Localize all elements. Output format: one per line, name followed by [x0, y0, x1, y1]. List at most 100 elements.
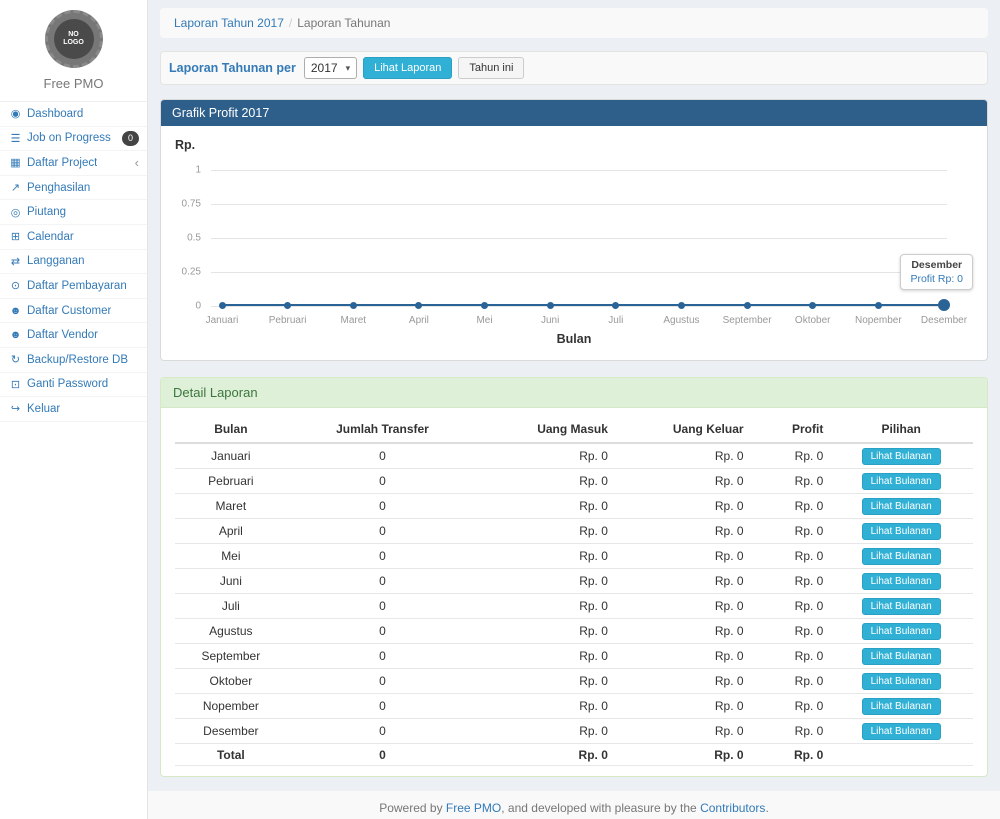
x-tick-label: Januari: [206, 315, 239, 326]
data-point-juli[interactable]: [612, 302, 619, 309]
cell: Rp. 0: [750, 619, 830, 644]
cell: Rp. 0: [478, 469, 614, 494]
y-tick-label: 0.75: [182, 199, 201, 210]
sidebar-item-label: Daftar Project: [27, 157, 97, 169]
sidebar-item-daftar-customer[interactable]: ☻Daftar Customer: [0, 299, 147, 324]
sidebar-item-penghasilan[interactable]: ↗Penghasilan: [0, 176, 147, 201]
data-point-september[interactable]: [744, 302, 751, 309]
lihat-bulanan-button[interactable]: Lihat Bulanan: [862, 498, 941, 515]
filter-panel: Laporan Tahunan per 2017 ▾ Lihat Laporan…: [160, 51, 988, 85]
lihat-bulanan-button[interactable]: Lihat Bulanan: [862, 698, 941, 715]
table-row: Oktober0Rp. 0Rp. 0Rp. 0Lihat Bulanan: [175, 669, 973, 694]
data-point-agustus[interactable]: [678, 302, 685, 309]
data-point-nopember[interactable]: [875, 302, 882, 309]
cell: Rp. 0: [478, 744, 614, 766]
sidebar-item-langganan[interactable]: ⇄Langganan: [0, 250, 147, 275]
data-point-januari[interactable]: [219, 302, 226, 309]
x-tick-label: Maret: [340, 315, 366, 326]
cell-action: Lihat Bulanan: [829, 469, 973, 494]
cell-action: Lihat Bulanan: [829, 443, 973, 469]
sidebar-item-label: Keluar: [27, 403, 60, 415]
cell: Rp. 0: [614, 594, 750, 619]
lihat-bulanan-button[interactable]: Lihat Bulanan: [862, 523, 941, 540]
column-header: Profit: [750, 416, 830, 443]
footer: Powered by Free PMO, and developed with …: [148, 791, 1000, 819]
lihat-bulanan-button[interactable]: Lihat Bulanan: [862, 723, 941, 740]
daftar-vendor-icon: ☻: [8, 329, 23, 341]
lihat-bulanan-button[interactable]: Lihat Bulanan: [862, 623, 941, 640]
lihat-bulanan-button[interactable]: Lihat Bulanan: [862, 673, 941, 690]
table-row: Pebruari0Rp. 0Rp. 0Rp. 0Lihat Bulanan: [175, 469, 973, 494]
tooltip-value: Profit Rp: 0: [910, 273, 963, 285]
sidebar-item-daftar-project[interactable]: ▦Daftar Project‹: [0, 151, 147, 176]
data-point-april[interactable]: [415, 302, 422, 309]
column-header: Bulan: [175, 416, 287, 443]
cell: 0: [287, 744, 479, 766]
cell: Rp. 0: [614, 443, 750, 469]
sidebar-item-job-on-progress[interactable]: ☰Job on Progress0: [0, 127, 147, 152]
year-select[interactable]: 2017 ▾: [304, 57, 357, 79]
cell: Rp. 0: [614, 669, 750, 694]
brand-name: Free PMO: [6, 76, 141, 91]
sidebar-item-dashboard[interactable]: ◉Dashboard: [0, 102, 147, 127]
data-point-desember[interactable]: [938, 299, 950, 311]
cell: Rp. 0: [750, 644, 830, 669]
sidebar-item-daftar-pembayaran[interactable]: ⊙Daftar Pembayaran: [0, 274, 147, 299]
detail-panel-body: BulanJumlah TransferUang MasukUang Kelua…: [161, 408, 987, 776]
job-on-progress-icon: ☰: [8, 132, 23, 145]
cell: 0: [287, 669, 479, 694]
cell: Rp. 0: [750, 443, 830, 469]
table-row: April0Rp. 0Rp. 0Rp. 0Lihat Bulanan: [175, 519, 973, 544]
lihat-bulanan-button[interactable]: Lihat Bulanan: [862, 548, 941, 565]
data-point-oktober[interactable]: [809, 302, 816, 309]
daftar-customer-icon: ☻: [8, 305, 23, 317]
table-row: September0Rp. 0Rp. 0Rp. 0Lihat Bulanan: [175, 644, 973, 669]
cell: September: [175, 644, 287, 669]
sidebar-item-label: Ganti Password: [27, 378, 108, 390]
tahun-ini-button[interactable]: Tahun ini: [458, 57, 524, 79]
caret-down-icon: ▾: [346, 63, 351, 74]
column-header: Jumlah Transfer: [287, 416, 479, 443]
lihat-bulanan-button[interactable]: Lihat Bulanan: [862, 648, 941, 665]
cell: Januari: [175, 443, 287, 469]
cell: Maret: [175, 494, 287, 519]
sidebar-item-daftar-vendor[interactable]: ☻ Daftar Vendor: [0, 323, 147, 348]
sidebar-item-keluar[interactable]: ↪Keluar: [0, 397, 147, 422]
x-tick-label: September: [723, 315, 772, 326]
data-point-maret[interactable]: [350, 302, 357, 309]
y-tick-label: 0.5: [187, 233, 201, 244]
sidebar-item-label: Daftar Vendor: [27, 329, 98, 341]
sidebar-item-piutang[interactable]: ◎Piutang: [0, 200, 147, 225]
footer-text-2: , and developed with pleasure by the: [501, 801, 700, 815]
cell: Desember: [175, 719, 287, 744]
lihat-bulanan-button[interactable]: Lihat Bulanan: [862, 573, 941, 590]
x-tick-label: Oktober: [795, 315, 831, 326]
data-point-juni[interactable]: [547, 302, 554, 309]
lihat-bulanan-button[interactable]: Lihat Bulanan: [862, 473, 941, 490]
lihat-bulanan-button[interactable]: Lihat Bulanan: [862, 448, 941, 465]
lihat-bulanan-button[interactable]: Lihat Bulanan: [862, 598, 941, 615]
profit-line: [222, 304, 944, 306]
data-point-pebruari[interactable]: [284, 302, 291, 309]
table-row: Mei0Rp. 0Rp. 0Rp. 0Lihat Bulanan: [175, 544, 973, 569]
sidebar-item-calendar[interactable]: ⊞Calendar: [0, 225, 147, 250]
footer-brand-link[interactable]: Free PMO: [446, 801, 501, 815]
sidebar-item-ganti-password[interactable]: ⊡Ganti Password: [0, 373, 147, 398]
cell: 0: [287, 469, 479, 494]
breadcrumb-link[interactable]: Laporan Tahun 2017: [174, 16, 284, 30]
piutang-icon: ◎: [8, 206, 23, 219]
sidebar-item-backup-restore-db[interactable]: ↻Backup/Restore DB: [0, 348, 147, 373]
table-row: Nopember0Rp. 0Rp. 0Rp. 0Lihat Bulanan: [175, 694, 973, 719]
column-header: Uang Keluar: [614, 416, 750, 443]
table-row: Juli0Rp. 0Rp. 0Rp. 0Lihat Bulanan: [175, 594, 973, 619]
cell: Rp. 0: [750, 544, 830, 569]
tooltip-title: Desember: [910, 259, 963, 271]
footer-contributors-link[interactable]: Contributors: [700, 801, 765, 815]
cell: 0: [287, 494, 479, 519]
data-point-mei[interactable]: [481, 302, 488, 309]
cell: Rp. 0: [614, 644, 750, 669]
lihat-laporan-button[interactable]: Lihat Laporan: [363, 57, 452, 79]
cell: Rp. 0: [614, 544, 750, 569]
cell: Rp. 0: [478, 519, 614, 544]
table-row: Januari0Rp. 0Rp. 0Rp. 0Lihat Bulanan: [175, 443, 973, 469]
